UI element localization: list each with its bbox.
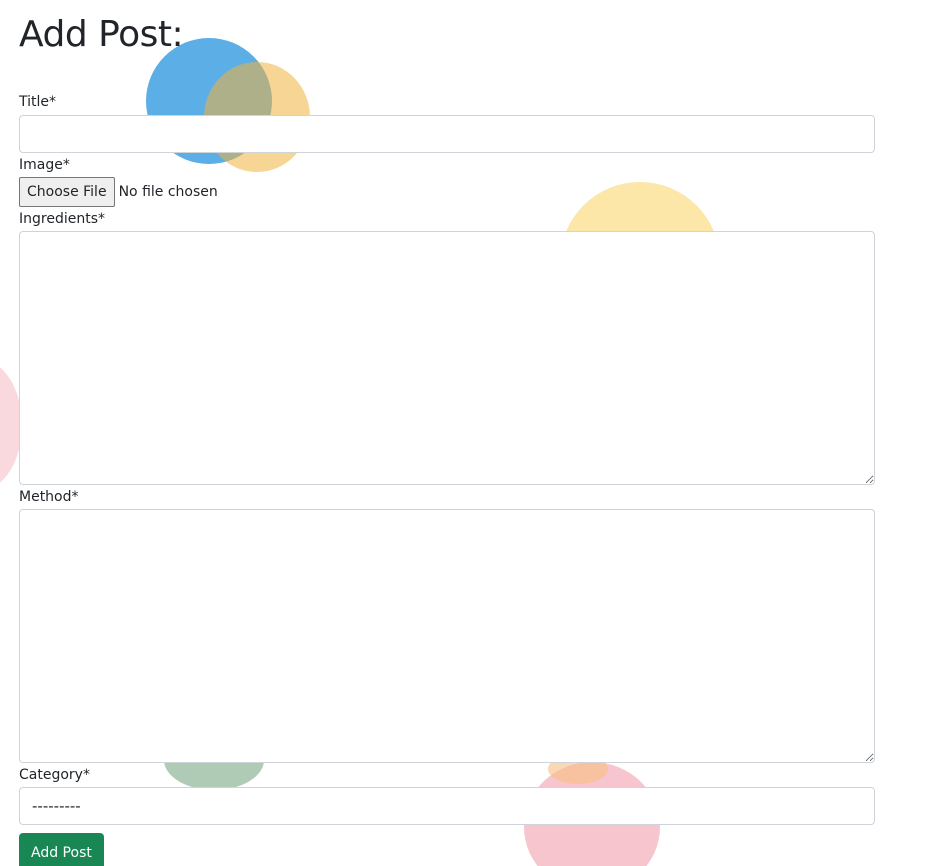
file-status-text: No file chosen (118, 184, 218, 200)
page-title: Add Post: (19, 14, 184, 55)
add-post-button[interactable]: Add Post (19, 833, 104, 866)
ingredients-textarea[interactable] (19, 231, 875, 485)
image-file-input: Choose File No file chosen (19, 177, 218, 207)
title-input[interactable] (19, 115, 875, 153)
method-textarea[interactable] (19, 509, 875, 763)
category-label: Category* (19, 767, 90, 783)
title-label: Title* (19, 94, 57, 110)
method-label: Method* (19, 489, 79, 505)
add-post-page: Add Post: Title* Image* Choose File No f… (0, 0, 927, 866)
choose-file-button[interactable]: Choose File (19, 177, 115, 207)
image-label: Image* (19, 157, 70, 173)
category-select[interactable]: --------- (19, 787, 875, 825)
ingredients-label: Ingredients* (19, 211, 105, 227)
category-selected-value: --------- (32, 797, 81, 815)
